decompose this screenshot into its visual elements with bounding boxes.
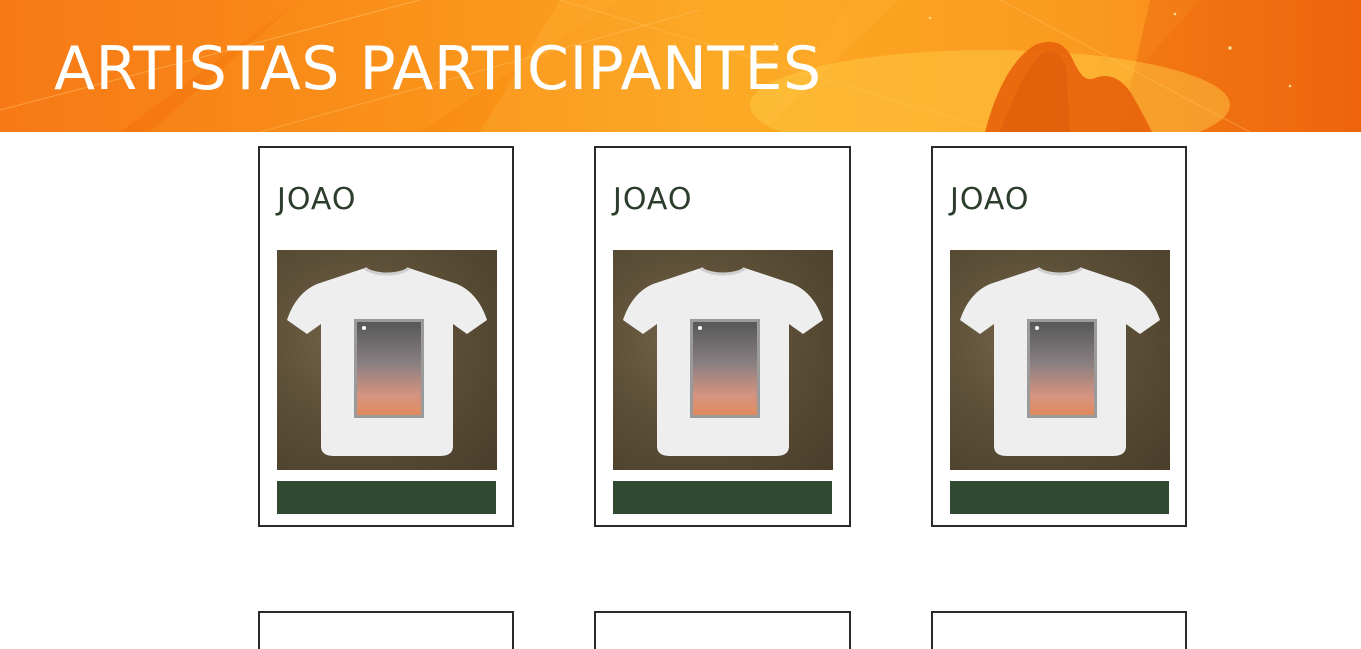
tshirt-icon: [287, 266, 487, 456]
artist-card-button[interactable]: [950, 481, 1169, 514]
tshirt-icon: [623, 266, 823, 456]
tshirt-product-image[interactable]: [950, 250, 1170, 470]
artist-card[interactable]: JOAO: [594, 146, 851, 527]
tshirt-icon: [960, 266, 1160, 456]
artist-card[interactable]: JOAO: [931, 146, 1187, 527]
artist-card[interactable]: [594, 611, 851, 649]
artist-name[interactable]: JOAO: [277, 182, 357, 218]
artist-card[interactable]: [258, 611, 514, 649]
artist-card[interactable]: JOAO: [258, 146, 514, 527]
artist-name[interactable]: JOAO: [950, 182, 1030, 218]
artist-name[interactable]: JOAO: [613, 182, 693, 218]
tshirt-product-image[interactable]: [277, 250, 497, 470]
page-title: ARTISTAS PARTICIPANTES: [54, 34, 822, 104]
artist-card-button[interactable]: [613, 481, 832, 514]
artist-card-button[interactable]: [277, 481, 496, 514]
artist-card[interactable]: [931, 611, 1187, 649]
tshirt-product-image[interactable]: [613, 250, 833, 470]
header-banner: ARTISTAS PARTICIPANTES: [0, 0, 1361, 132]
page: ARTISTAS PARTICIPANTES JOAO JOAO JOAO: [0, 0, 1361, 649]
